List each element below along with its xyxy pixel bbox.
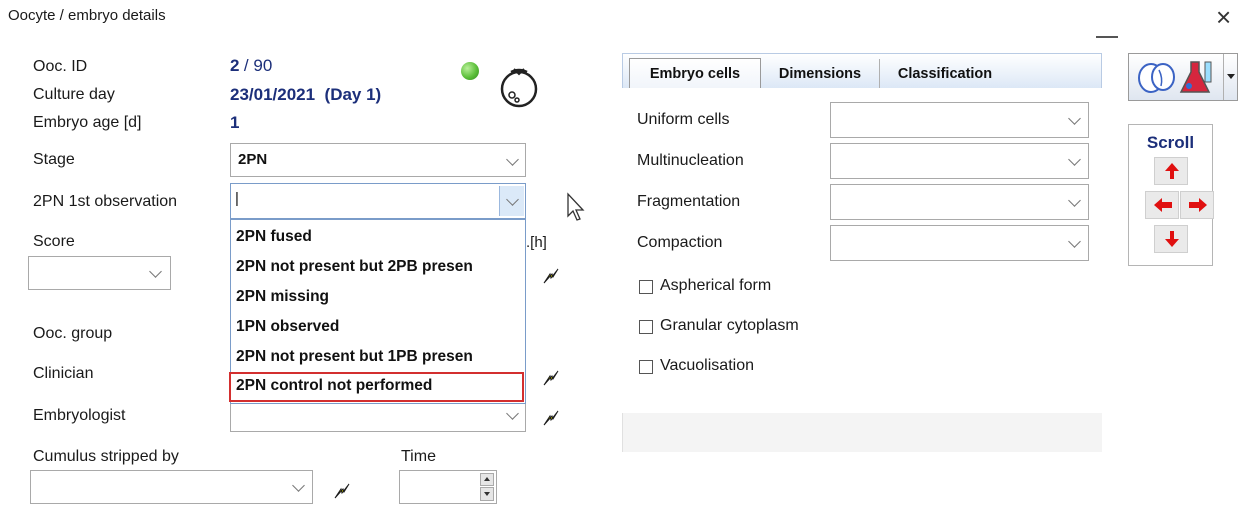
embryo-age-label: Embryo age [d]: [33, 114, 142, 131]
ooc-id-value: 2 / 90: [230, 56, 272, 76]
hours-suffix: .[h]: [526, 234, 547, 251]
scroll-left-button[interactable]: [1145, 191, 1179, 219]
granular-checkbox[interactable]: [639, 320, 653, 334]
obs-dropdown-button[interactable]: [499, 186, 524, 216]
dropdown-option[interactable]: 2PN missing: [231, 283, 522, 311]
obs-value: |: [235, 190, 239, 207]
stage-value: 2PN: [238, 151, 268, 168]
chevron-down-icon: [506, 407, 519, 420]
uniform-cells-select[interactable]: [830, 102, 1089, 138]
granular-label: Granular cytoplasm: [660, 317, 799, 334]
chevron-down-icon: [149, 265, 162, 278]
stage-label: Stage: [33, 151, 75, 168]
arrow-down-icon: [1165, 231, 1179, 247]
ooc-group-label: Ooc. group: [33, 325, 113, 342]
multinucleation-label: Multinucleation: [637, 152, 744, 169]
time-spin-up[interactable]: [480, 473, 494, 486]
status-indicator-icon: [461, 62, 479, 80]
chevron-down-icon: [1068, 194, 1081, 207]
dropdown-option[interactable]: 2PN not present but 2PB presen: [231, 253, 522, 281]
chevron-down-icon: [1068, 153, 1081, 166]
embryo-age-value: 1: [230, 113, 240, 132]
culture-day-label: Culture day: [33, 86, 115, 103]
lightning-icon[interactable]: [540, 367, 562, 389]
scroll-up-button[interactable]: [1154, 157, 1188, 185]
dropdown-option[interactable]: 2PN fused: [231, 223, 522, 251]
ooc-id-label: Ooc. ID: [33, 58, 88, 75]
triangle-down-icon: [1227, 74, 1235, 79]
scroll-right-button[interactable]: [1180, 191, 1214, 219]
window-title: Oocyte / embryo details: [8, 7, 166, 24]
chevron-down-icon: [1068, 112, 1081, 125]
minimize-icon[interactable]: [1096, 36, 1118, 38]
tab-dimensions[interactable]: Dimensions: [761, 59, 880, 89]
time-label: Time: [401, 448, 436, 465]
dropdown-option[interactable]: 2PN not present but 1PB presen: [231, 343, 522, 371]
cumulus-label: Cumulus stripped by: [33, 448, 179, 465]
mouse-cursor-icon: [567, 192, 585, 221]
time-spin-down[interactable]: [480, 487, 494, 501]
time-input[interactable]: [399, 470, 497, 504]
scroll-title: Scroll: [1146, 133, 1195, 152]
vacuolisation-checkbox[interactable]: [639, 360, 653, 374]
aspherical-checkbox[interactable]: [639, 280, 653, 294]
fragmentation-label: Fragmentation: [637, 193, 741, 210]
triangle-down-icon: [484, 492, 490, 496]
arrow-left-icon: [1154, 198, 1172, 212]
cumulus-select[interactable]: [30, 470, 313, 504]
arrow-right-icon: [1189, 198, 1207, 212]
ooc-id-total: / 90: [243, 56, 273, 75]
tab-strip: Embryo cells Dimensions Classification: [622, 53, 1102, 90]
chevron-down-icon: [292, 479, 305, 492]
compaction-select[interactable]: [830, 225, 1089, 261]
ooc-id-number: 2: [230, 56, 240, 75]
chevron-down-icon: [506, 153, 519, 166]
people-icon: [1138, 63, 1175, 93]
clinician-label: Clinician: [33, 365, 94, 382]
arrow-up-icon: [1165, 163, 1179, 179]
obs-label: 2PN 1st observation: [33, 193, 178, 210]
dropdown-option-highlighted[interactable]: 2PN control not performed: [229, 372, 524, 402]
obs-dropdown-list: 2PN fused 2PN not present but 2PB presen…: [229, 219, 526, 404]
chevron-down-icon: [506, 193, 519, 206]
embryologist-label: Embryologist: [33, 407, 126, 424]
stage-select[interactable]: 2PN: [230, 143, 526, 177]
obs-select[interactable]: |: [230, 183, 526, 219]
lightning-icon[interactable]: [540, 265, 562, 287]
lightning-icon[interactable]: [540, 407, 562, 429]
consult-button[interactable]: [1128, 53, 1238, 101]
scroll-panel: Scroll: [1128, 124, 1214, 266]
chevron-down-icon: [1068, 235, 1081, 248]
compaction-label: Compaction: [637, 234, 723, 251]
aspherical-label: Aspherical form: [660, 277, 772, 294]
tab-classification[interactable]: Classification: [881, 59, 1009, 89]
scroll-down-button[interactable]: [1154, 225, 1188, 253]
close-icon[interactable]: ×: [1216, 2, 1231, 33]
vacuolisation-label: Vacuolisation: [660, 357, 754, 374]
fragmentation-select[interactable]: [830, 184, 1089, 220]
culture-day-value: 23/01/2021 (Day 1): [230, 85, 382, 104]
score-label: Score: [33, 233, 75, 250]
score-select[interactable]: [28, 256, 171, 290]
flask-icon: [1179, 61, 1212, 93]
oocyte-icon[interactable]: [496, 66, 542, 110]
multinucleation-select[interactable]: [830, 143, 1089, 179]
dropdown-option[interactable]: 1PN observed: [231, 313, 522, 341]
consult-dropdown[interactable]: [1223, 54, 1238, 100]
lightning-icon[interactable]: [331, 480, 353, 502]
triangle-up-icon: [484, 477, 490, 481]
tab-embryo-cells[interactable]: Embryo cells: [629, 58, 761, 90]
uniform-cells-label: Uniform cells: [637, 111, 730, 128]
